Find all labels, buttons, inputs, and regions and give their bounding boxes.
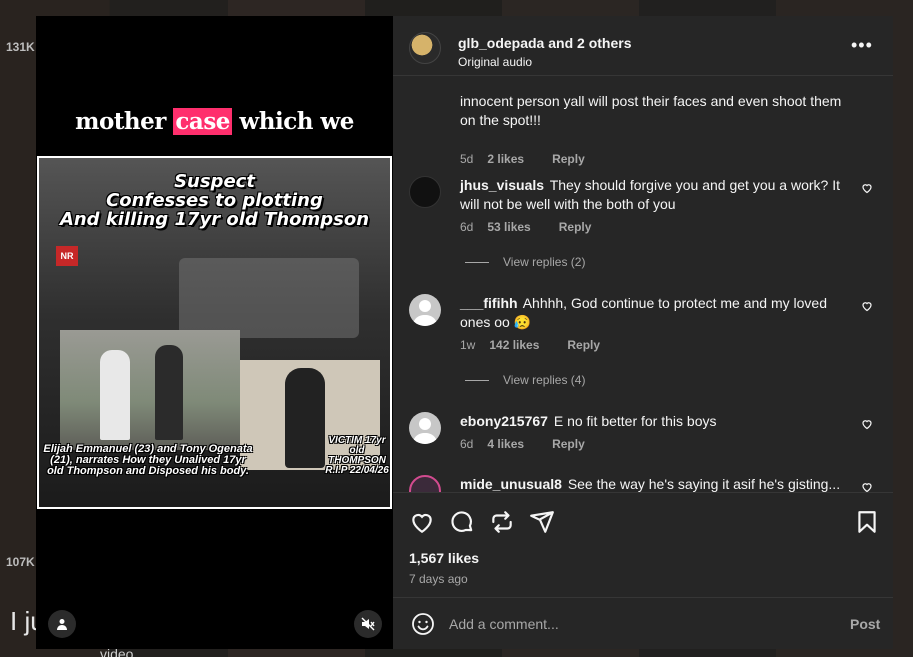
- comments-list[interactable]: innocent person yall will post their fac…: [393, 77, 893, 492]
- avatar[interactable]: [409, 294, 441, 326]
- save-bookmark-icon[interactable]: [854, 509, 880, 535]
- comment-meta: 1w 142 likes Reply: [460, 338, 601, 352]
- comment-input[interactable]: Add a comment...: [449, 598, 819, 650]
- repost-icon[interactable]: [489, 509, 515, 535]
- view-replies-button[interactable]: View replies (2): [465, 255, 585, 269]
- comment-text: E no fit better for this boys: [553, 413, 717, 429]
- comment-meta: 6d 4 likes Reply: [460, 437, 585, 451]
- like-heart-icon[interactable]: [409, 509, 435, 535]
- post-timestamp: 7 days ago: [409, 572, 468, 586]
- comment-likes[interactable]: 53 likes: [487, 220, 530, 234]
- likes-count[interactable]: 1,567 likes: [409, 550, 479, 566]
- news-logo: NR: [56, 246, 78, 266]
- bg-view-count: 131K: [6, 40, 35, 54]
- avatar[interactable]: [409, 176, 441, 208]
- post-button[interactable]: Post: [850, 598, 880, 650]
- comment-composer: Add a comment... Post: [393, 597, 893, 649]
- reply-button[interactable]: Reply: [567, 338, 600, 352]
- comment-username[interactable]: ___fifihh: [460, 295, 518, 311]
- comment-text: innocent person yall will post their fac…: [460, 93, 842, 128]
- comment-likes[interactable]: 4 likes: [487, 437, 524, 451]
- reply-button[interactable]: Reply: [552, 437, 585, 451]
- emoji-icon[interactable]: [411, 612, 435, 636]
- suspects-photo: [60, 330, 240, 450]
- view-replies-button[interactable]: View replies (4): [465, 373, 585, 387]
- user-icon: [57, 619, 67, 630]
- share-send-icon[interactable]: [529, 509, 555, 535]
- tagged-users-button[interactable]: [48, 610, 76, 638]
- post-header: glb_odepada and 2 others Original audio …: [393, 16, 893, 76]
- comment-username[interactable]: ebony215767: [460, 413, 548, 429]
- audio-label[interactable]: Original audio: [458, 55, 532, 69]
- comment-likes[interactable]: 142 likes: [489, 338, 539, 352]
- like-heart-icon[interactable]: [861, 182, 873, 194]
- like-heart-icon[interactable]: [861, 418, 873, 430]
- speaker-muted-icon: [361, 617, 375, 631]
- mute-button[interactable]: [354, 610, 382, 638]
- comment-bubble-icon[interactable]: [449, 509, 475, 535]
- victim-caption: VICTIM 17yr old THOMPSON R.I.P 22/04/26: [325, 435, 389, 476]
- suspects-caption: Elijah Emmanuel (23) and Tony Ogenata (2…: [43, 443, 253, 477]
- video-caption: mother case which we: [75, 108, 354, 135]
- avatar[interactable]: [409, 32, 441, 64]
- comment-username[interactable]: mide_unusual8: [460, 476, 562, 492]
- reply-button[interactable]: Reply: [552, 152, 585, 166]
- comment-meta: 6d 53 likes Reply: [460, 220, 592, 234]
- video-headline: Suspect Confesses to plotting And killin…: [59, 171, 370, 230]
- post-actions: 1,567 likes 7 days ago: [393, 492, 893, 597]
- bg-view-count: 107K: [6, 555, 35, 569]
- avatar[interactable]: [409, 412, 441, 444]
- reply-button[interactable]: Reply: [559, 220, 592, 234]
- more-options-icon[interactable]: •••: [851, 36, 873, 54]
- post-authors[interactable]: glb_odepada and 2 others: [458, 35, 632, 51]
- video-player[interactable]: mother case which we Suspect Confesses t…: [36, 16, 393, 649]
- comment-text: See the way he's saying it asif he's gis…: [567, 476, 841, 492]
- avatar[interactable]: [409, 475, 441, 492]
- comment-username[interactable]: jhus_visuals: [460, 177, 544, 193]
- like-heart-icon[interactable]: [861, 300, 873, 312]
- comment-meta: 5d 2 likes Reply: [460, 152, 585, 166]
- like-heart-icon[interactable]: [861, 481, 873, 492]
- video-frame: Suspect Confesses to plotting And killin…: [37, 156, 392, 509]
- post-details-panel: glb_odepada and 2 others Original audio …: [393, 16, 893, 649]
- comment-likes[interactable]: 2 likes: [487, 152, 524, 166]
